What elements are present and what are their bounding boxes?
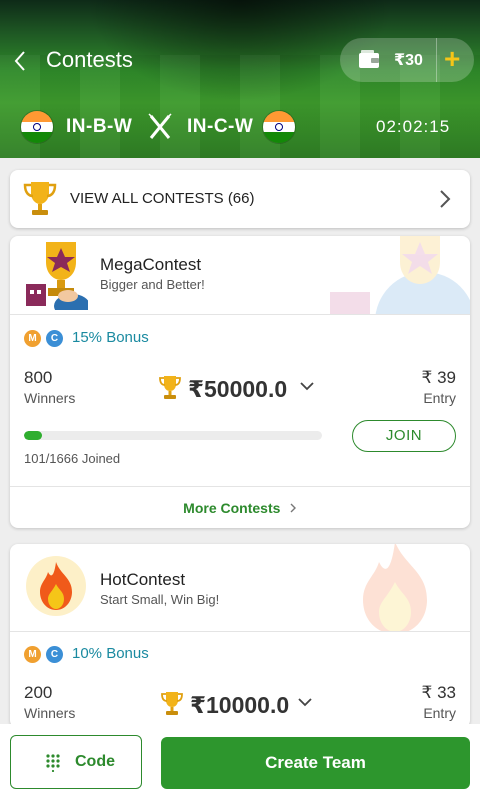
back-button[interactable] bbox=[8, 46, 34, 76]
prize-pool-dropdown[interactable]: ₹50000.0 bbox=[158, 374, 318, 404]
spots-progress-bar bbox=[24, 431, 322, 440]
hot-contest-background-illustration bbox=[363, 544, 427, 631]
page-title: Contests bbox=[46, 47, 133, 72]
c-coin-icon: C bbox=[46, 646, 63, 663]
team-a-name: IN-B-W bbox=[66, 116, 133, 137]
more-contests-link[interactable]: More Contests bbox=[10, 486, 470, 528]
prize-pool-amount: ₹50000.0 bbox=[188, 376, 288, 402]
spots-progress-fill bbox=[24, 431, 43, 440]
code-button[interactable]: Code bbox=[10, 735, 142, 789]
wallet-amount: ₹30 bbox=[394, 52, 423, 69]
contest-name: MegaContest bbox=[100, 255, 202, 274]
join-button[interactable]: JOIN bbox=[352, 420, 456, 452]
contest-tagline: Start Small, Win Big! bbox=[100, 592, 220, 607]
add-cash-button[interactable]: + bbox=[444, 44, 460, 74]
more-contests-label: More Contests bbox=[183, 500, 281, 516]
entry-fee: ₹ 39 bbox=[421, 368, 456, 387]
wallet-icon bbox=[359, 50, 379, 68]
winners-label: Winners bbox=[24, 705, 76, 721]
trophy-icon bbox=[159, 376, 181, 399]
contest-card-mega: MegaContest Bigger and Better! M C 15% B… bbox=[10, 236, 470, 528]
m-coin-icon: M bbox=[24, 646, 41, 663]
wallet-divider bbox=[436, 38, 437, 82]
team-b-flag-icon bbox=[262, 110, 296, 144]
c-coin-icon: C bbox=[46, 330, 63, 347]
hot-contest-badge bbox=[26, 556, 86, 616]
wallet-balance[interactable]: ₹30 + bbox=[340, 38, 474, 82]
create-team-button[interactable]: Create Team bbox=[161, 737, 470, 789]
contest-card-header: MegaContest Bigger and Better! bbox=[10, 236, 470, 315]
prize-pool-amount: ₹10000.0 bbox=[190, 692, 290, 718]
view-all-contests-label: VIEW ALL CONTESTS (66) bbox=[70, 190, 255, 207]
winners-count: 200 bbox=[24, 683, 53, 702]
team-b-name: IN-C-W bbox=[187, 116, 254, 137]
view-all-contests-button[interactable]: VIEW ALL CONTESTS (66) bbox=[10, 170, 470, 228]
entry-label: Entry bbox=[423, 390, 456, 406]
mega-contest-background-illustration bbox=[330, 236, 470, 314]
winners-label: Winners bbox=[24, 390, 76, 406]
m-coin-icon: M bbox=[24, 330, 41, 347]
flame-icon bbox=[40, 562, 72, 610]
chevron-right-icon bbox=[440, 190, 451, 208]
prize-pool-dropdown[interactable]: ₹10000.0 bbox=[160, 690, 320, 720]
contest-card-hot: HotContest Start Small, Win Big! M C 10%… bbox=[10, 544, 470, 728]
entry-label: Entry bbox=[423, 705, 456, 721]
contest-tagline: Bigger and Better! bbox=[100, 277, 205, 292]
team-a-flag-icon bbox=[20, 110, 54, 144]
bonus-percent: 10% Bonus bbox=[72, 645, 149, 662]
keypad-icon bbox=[46, 754, 60, 772]
mega-trophy-icon bbox=[26, 242, 88, 310]
trophy-icon bbox=[23, 182, 57, 215]
chevron-right-icon bbox=[290, 503, 296, 513]
chevron-down-icon bbox=[300, 382, 314, 391]
crossed-bats-icon bbox=[148, 113, 172, 139]
match-header: Contests ₹30 + IN-B-W IN-C-W 02:02:15 bbox=[0, 0, 480, 158]
entry-fee: ₹ 33 bbox=[421, 683, 456, 702]
chevron-down-icon bbox=[298, 698, 312, 707]
contest-card-header: HotContest Start Small, Win Big! bbox=[10, 544, 470, 632]
winners-count: 800 bbox=[24, 368, 53, 387]
bottom-action-bar: Code Create Team bbox=[0, 724, 480, 800]
bonus-percent: 15% Bonus bbox=[72, 329, 149, 346]
contest-name: HotContest bbox=[100, 570, 186, 589]
code-label: Code bbox=[75, 753, 115, 770]
match-countdown: 02:02:15 bbox=[376, 117, 451, 136]
chevron-left-icon bbox=[14, 51, 25, 71]
joined-count: 101/1666 Joined bbox=[24, 451, 121, 466]
trophy-icon bbox=[161, 692, 183, 715]
